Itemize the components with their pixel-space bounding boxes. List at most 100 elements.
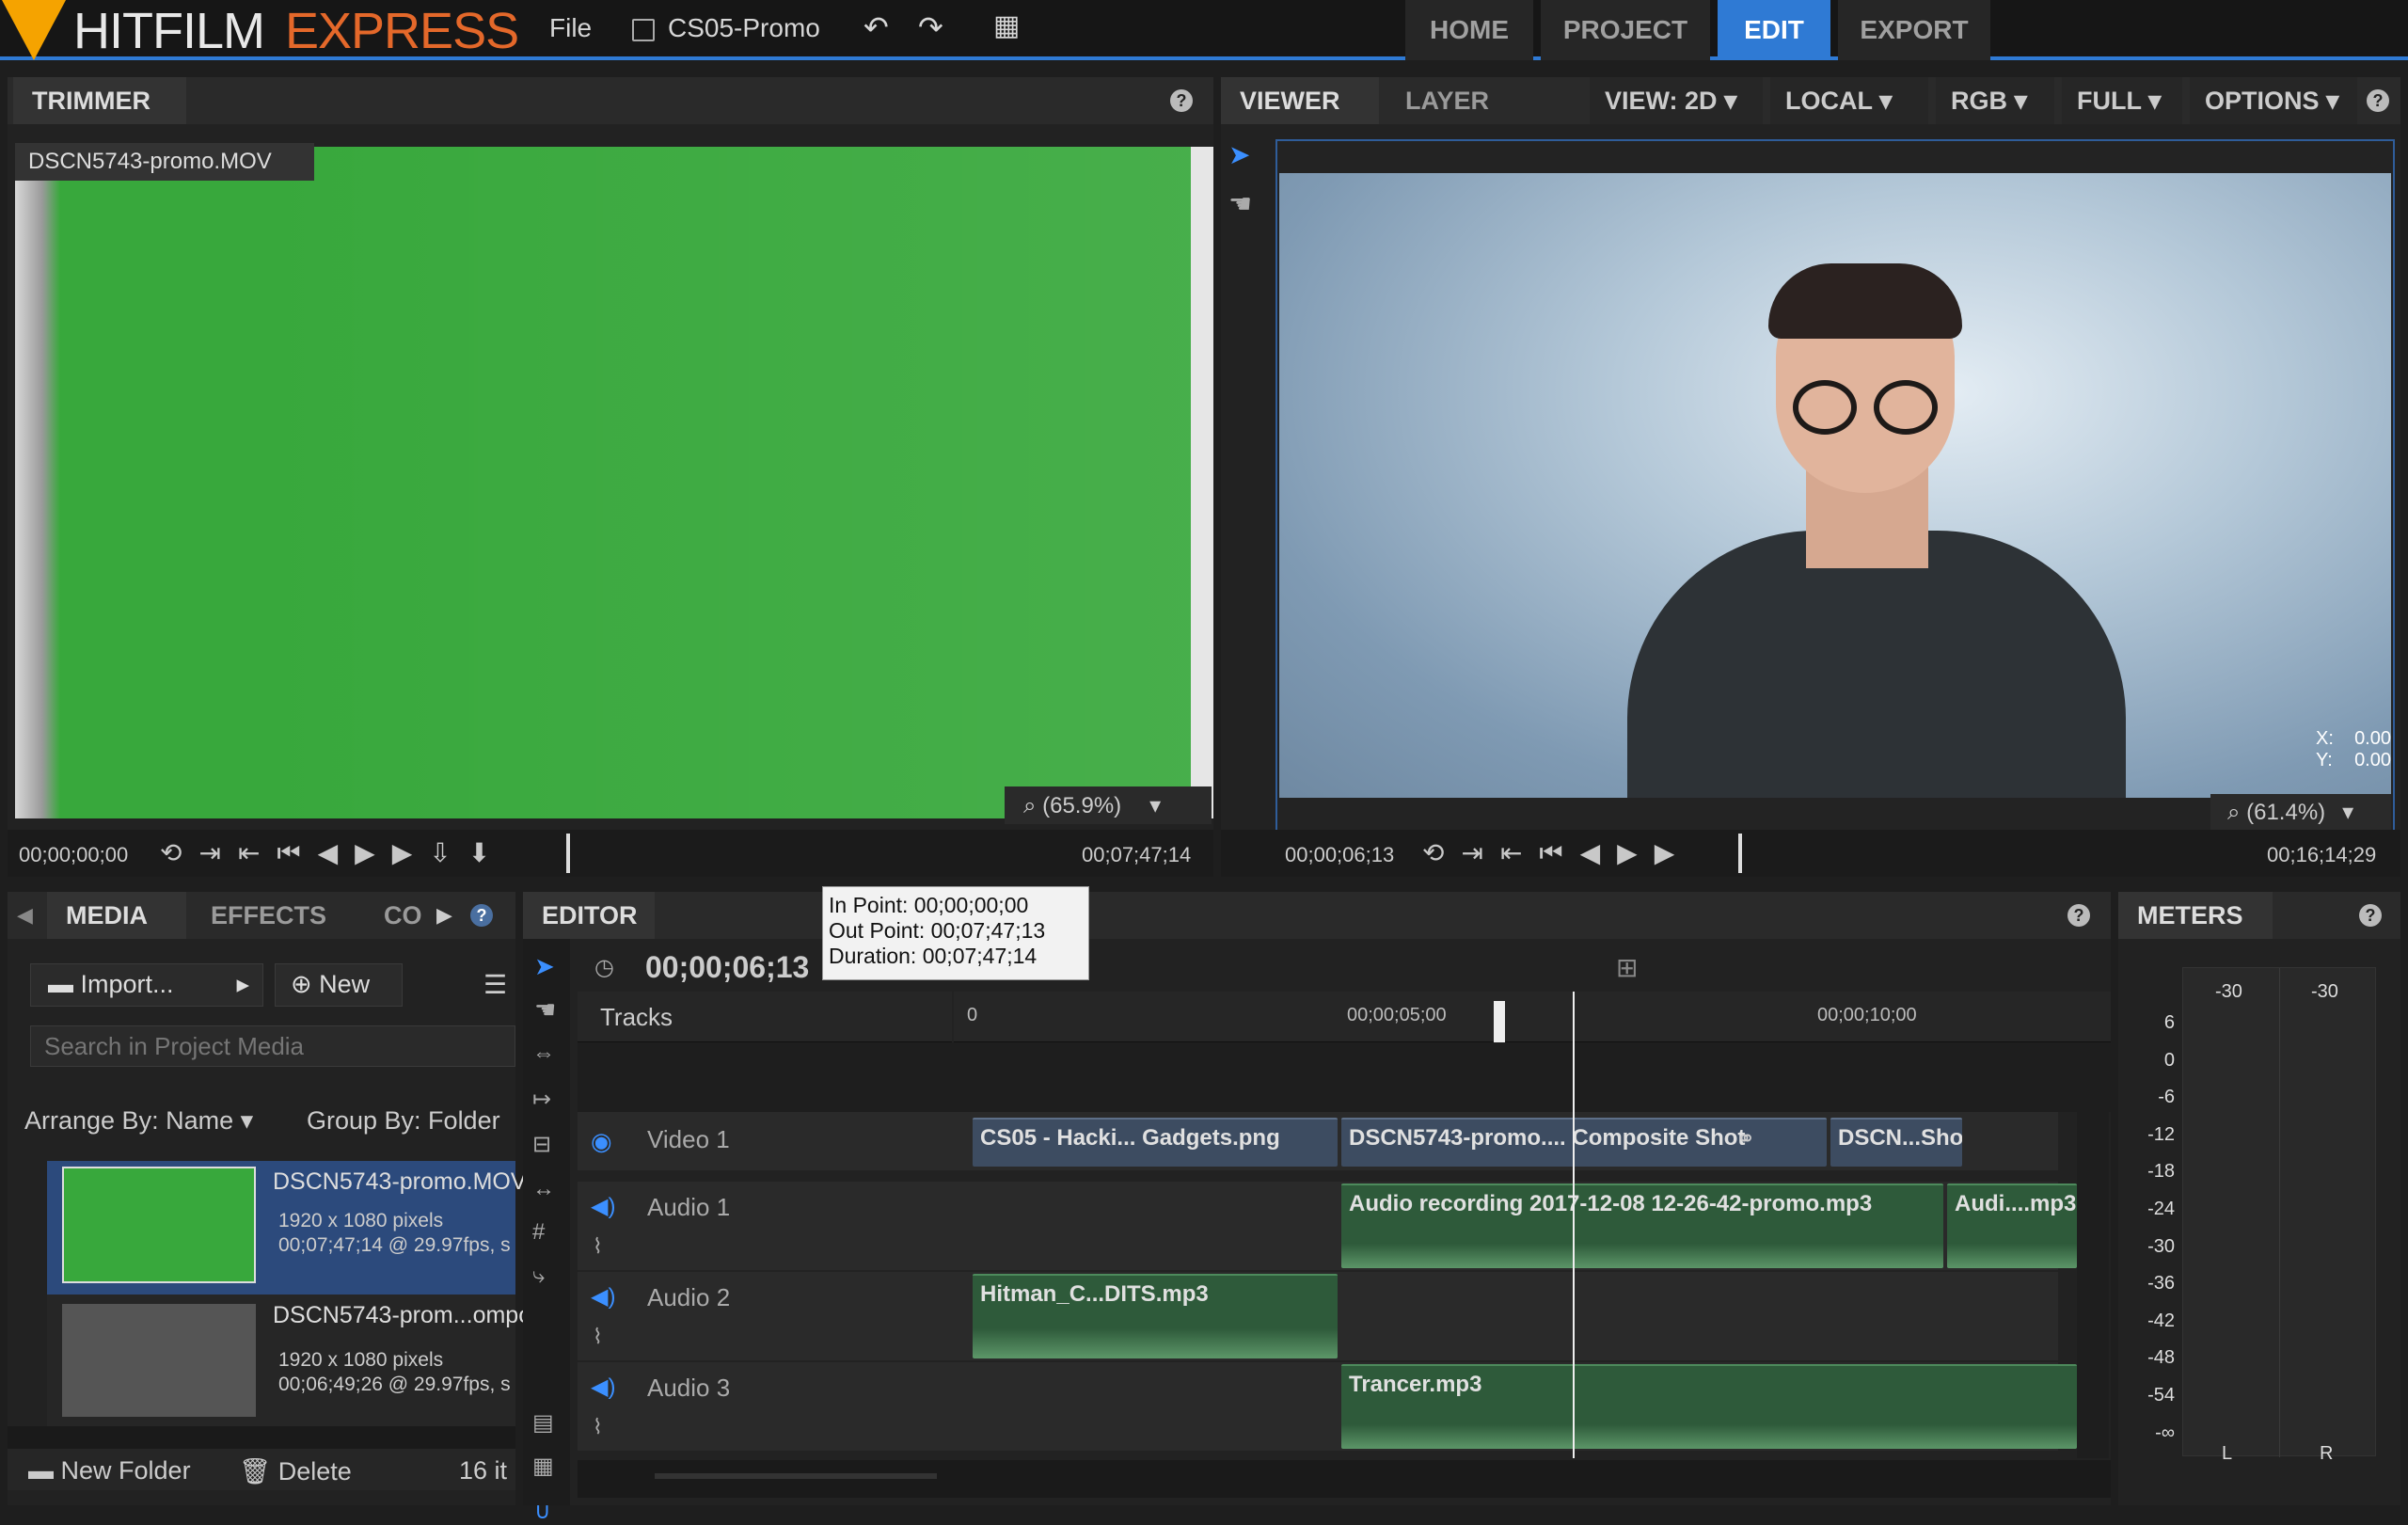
new-folder-button[interactable]: ▬ New Folder	[28, 1456, 191, 1485]
film-icon[interactable]: ▤	[532, 1409, 554, 1437]
save-icon[interactable]	[632, 19, 655, 41]
rate-tool-icon[interactable]: ↔	[532, 1176, 555, 1202]
tab-edit[interactable]: EDIT	[1718, 0, 1830, 60]
timeline-vscroll[interactable]	[2077, 1042, 2109, 1458]
group-dropdown[interactable]: Group By: Folder	[307, 1106, 500, 1136]
tab-home[interactable]: HOME	[1405, 0, 1533, 60]
viewer-zoom[interactable]: ⌕ (61.4%) ▾	[2210, 794, 2391, 830]
trimmer-controls[interactable]: ⟲⇥⇤⏮◀▶▶⇩⬇	[160, 837, 507, 869]
film-add-icon[interactable]: ▦	[532, 1453, 554, 1480]
speaker-icon[interactable]: ◀)	[591, 1374, 615, 1401]
set-in-icon[interactable]: ⇥	[1461, 838, 1499, 867]
tab-layer[interactable]: LAYER	[1386, 77, 1518, 124]
audio-clip[interactable]: Trancer.mp3	[1341, 1364, 2077, 1449]
slip-tool-icon[interactable]: ⇔	[532, 1040, 555, 1067]
skip-back-icon[interactable]: ⏮	[1539, 838, 1579, 867]
link-tool-icon[interactable]: ⤷	[532, 1263, 545, 1289]
video-clip[interactable]: DSCN5743-promo.... Composite Shot ⚭	[1341, 1118, 1827, 1167]
play-icon[interactable]: ▶	[1655, 838, 1692, 867]
audio-clip[interactable]: Audio recording 2017-12-08 12-26-42-prom…	[1341, 1183, 1943, 1268]
hand-tool-icon[interactable]: ☚	[1228, 188, 1259, 218]
help-icon[interactable]: ?	[470, 904, 493, 927]
hand-tool-icon[interactable]: ☚	[534, 995, 556, 1025]
scroll-left-icon[interactable]: ◀	[17, 903, 33, 928]
tab-effects[interactable]: EFFECTS	[192, 892, 359, 939]
select-tool-icon[interactable]: ➤	[1228, 139, 1259, 169]
timeline-ruler[interactable]: 0 00;00;05;00 00;00;10;00	[954, 992, 2111, 1042]
import-button[interactable]: ▬ Import... ▸	[30, 963, 263, 1007]
step-back-icon[interactable]: ◀	[1580, 838, 1618, 867]
select-tool-icon[interactable]: ➤	[534, 952, 555, 981]
tab-viewer[interactable]: VIEWER	[1221, 77, 1379, 124]
step-back-icon[interactable]: ◀	[318, 838, 356, 867]
tab-editor[interactable]: EDITOR	[523, 892, 655, 939]
tab-co[interactable]: CO	[365, 892, 446, 939]
new-button[interactable]: ⊕ New	[275, 963, 403, 1007]
video-clip[interactable]: CS05 - Hacki... Gadgets.png	[973, 1118, 1338, 1167]
local-dropdown[interactable]: LOCAL ▾	[1770, 77, 1928, 124]
timeline-hscroll[interactable]	[578, 1460, 2111, 1498]
undo-icon[interactable]: ↶	[863, 9, 889, 45]
eye-icon[interactable]: ◉	[591, 1127, 612, 1156]
viewer-controls[interactable]: ⟲⇥⇤⏮◀▶▶	[1422, 837, 1691, 869]
scroll-right-icon[interactable]: ▶	[436, 903, 452, 928]
set-out-icon[interactable]: ⇤	[1500, 838, 1539, 867]
help-icon[interactable]: ?	[2367, 89, 2389, 112]
play-icon[interactable]: ▶	[392, 838, 430, 867]
view-dropdown[interactable]: VIEW: 2D ▾	[1590, 77, 1763, 124]
audio-clip[interactable]: Hitman_C...DITS.mp3	[973, 1274, 1338, 1358]
full-dropdown[interactable]: FULL ▾	[2062, 77, 2182, 124]
set-out-icon[interactable]: ⇤	[238, 838, 277, 867]
insert-icon[interactable]: ⇩	[429, 838, 467, 867]
redo-icon[interactable]: ↷	[918, 9, 943, 45]
speaker-icon[interactable]: ◀)	[591, 1283, 615, 1311]
tab-trimmer[interactable]: TRIMMER	[13, 77, 186, 124]
tracks-label: Tracks	[600, 1003, 673, 1031]
trimmer-zoom[interactable]: ⌕ (65.9%) ▾	[1005, 786, 1212, 824]
media-item[interactable]: DSCN5743-prom...ompo 1920 x 1080 pixels …	[47, 1295, 531, 1426]
zoom-slider[interactable]	[655, 1473, 937, 1479]
ripple-tool-icon[interactable]: ↦	[532, 1086, 551, 1113]
add-track-icon[interactable]: ⊞	[1616, 952, 1638, 983]
step-forward-icon[interactable]: ▶	[355, 838, 392, 867]
tab-project[interactable]: PROJECT	[1541, 0, 1710, 60]
waveform-toggle-icon[interactable]: ⌇	[593, 1415, 603, 1439]
file-menu[interactable]: File	[549, 13, 592, 43]
loop-icon[interactable]: ⟲	[160, 838, 198, 867]
timeline-playhead[interactable]	[1573, 992, 1575, 1458]
tab-export[interactable]: EXPORT	[1838, 0, 1990, 60]
skip-back-icon[interactable]: ⏮	[277, 838, 317, 867]
viewer-time-duration: 00;16;14;29	[2267, 843, 2377, 866]
help-icon[interactable]: ?	[2359, 904, 2382, 927]
viewer-playhead[interactable]	[1738, 834, 1742, 873]
media-hscroll[interactable]	[8, 1426, 515, 1449]
search-input[interactable]	[30, 1025, 515, 1067]
roll-tool-icon[interactable]: ⊟	[532, 1131, 551, 1158]
help-icon[interactable]: ?	[1170, 89, 1193, 112]
grid-icon[interactable]: ▦	[993, 9, 1020, 42]
step-forward-icon[interactable]: ▶	[1617, 838, 1655, 867]
waveform-toggle-icon[interactable]: ⌇	[593, 1234, 603, 1259]
slice-tool-icon[interactable]: #	[532, 1219, 545, 1246]
help-icon[interactable]: ?	[2067, 904, 2090, 927]
audio-clip[interactable]: Audi....mp3	[1947, 1183, 2077, 1268]
tab-media[interactable]: MEDIA	[47, 892, 186, 939]
editor-timecode[interactable]: 00;00;06;13	[645, 950, 809, 985]
list-view-icon[interactable]: ☰	[483, 969, 507, 1000]
trimmer-playhead[interactable]	[566, 834, 570, 873]
arrange-dropdown[interactable]: Arrange By: Name ▾	[24, 1106, 253, 1136]
ruler-playhead[interactable]	[1494, 1001, 1505, 1042]
tab-meters[interactable]: METERS	[2118, 892, 2273, 939]
viewer-transport: 00;00;06;13 ⟲⇥⇤⏮◀▶▶ 00;16;14;29	[1221, 830, 2400, 877]
video-clip[interactable]: DSCN...Shot	[1830, 1118, 1962, 1167]
set-in-icon[interactable]: ⇥	[198, 838, 237, 867]
delete-button[interactable]: 🗑 Delete	[239, 1456, 352, 1486]
overlay-icon[interactable]: ⬇	[468, 838, 507, 867]
speaker-icon[interactable]: ◀)	[591, 1193, 615, 1220]
loop-icon[interactable]: ⟲	[1422, 838, 1461, 867]
magnet-icon[interactable]: ∪	[534, 1498, 551, 1525]
options-dropdown[interactable]: OPTIONS ▾	[2190, 77, 2357, 124]
rgb-dropdown[interactable]: RGB ▾	[1936, 77, 2054, 124]
media-item-selected[interactable]: DSCN5743-promo.MOV 1920 x 1080 pixels 00…	[47, 1161, 527, 1295]
waveform-toggle-icon[interactable]: ⌇	[593, 1325, 603, 1349]
